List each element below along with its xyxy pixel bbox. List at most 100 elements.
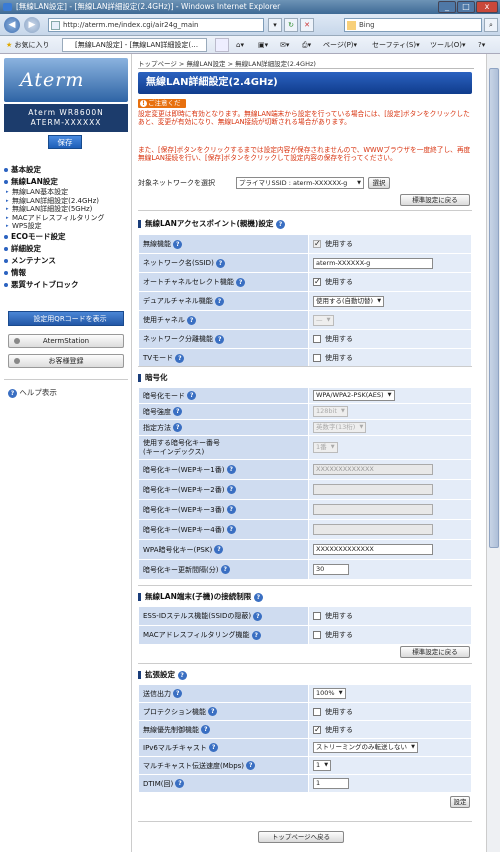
help-icon[interactable]: ? <box>253 592 263 602</box>
help-icon[interactable]: ? <box>187 391 197 400</box>
sidebar-item[interactable]: MACアドレスフィルタリング <box>4 214 128 223</box>
help-link[interactable]: ? ヘルプ表示 <box>8 387 57 398</box>
page-menu[interactable]: ページ(P)▾ <box>323 36 357 54</box>
apply-button[interactable]: 設定 <box>450 796 470 808</box>
wep-key-4-input[interactable] <box>313 524 433 535</box>
favorites-button[interactable]: ★ お気に入り <box>6 36 50 54</box>
maximize-button[interactable]: □ <box>457 1 475 13</box>
search-input[interactable]: Bing <box>344 18 482 32</box>
safety-menu[interactable]: セーフティ(S)▾ <box>372 36 420 54</box>
ssid-input[interactable]: aterm-XXXXXX-g <box>313 257 433 269</box>
help-icon[interactable]: ? <box>177 670 187 680</box>
channel-select[interactable]: — <box>313 314 334 326</box>
search-icon[interactable]: ⌕ <box>484 18 498 32</box>
help-icon[interactable]: ? <box>220 565 230 574</box>
encryption-mode-select[interactable]: WPA/WPA2-PSK(AES) <box>313 390 395 401</box>
sidebar-item[interactable]: 無線LAN詳細設定(2.4GHz) <box>4 197 128 206</box>
help-icon[interactable]: ? <box>253 611 263 621</box>
breadcrumb[interactable]: トップページ > 無線LAN設定 > 無線LAN詳細設定(2.4GHz) <box>138 58 316 68</box>
help-icon[interactable]: ? <box>216 258 226 268</box>
key-index-select[interactable]: 1番 <box>313 442 338 453</box>
wireless-checkbox[interactable] <box>313 239 321 248</box>
network-separation-checkbox[interactable] <box>313 335 321 343</box>
home-icon[interactable]: ⌂▾ <box>236 36 244 54</box>
qr-code-button[interactable]: 設定用QRコードを表示 <box>8 311 124 326</box>
dtim-input[interactable]: 1 <box>313 778 349 789</box>
help-icon[interactable]: ? <box>215 334 225 344</box>
help-icon[interactable]: ? <box>175 779 185 788</box>
register-button[interactable]: お客様登録 <box>8 354 124 368</box>
psk-input[interactable]: XXXXXXXXXXXXX <box>313 544 433 555</box>
forward-button[interactable]: ▶ <box>24 17 40 33</box>
help-icon[interactable]: ? <box>226 465 236 474</box>
help-icon[interactable]: ? <box>173 689 183 698</box>
save-button[interactable]: 保存 <box>48 135 82 149</box>
scrollbar[interactable] <box>486 54 500 852</box>
mail-icon[interactable]: ✉▾ <box>280 36 289 54</box>
dropdown-icon[interactable]: ▾ <box>268 18 282 32</box>
dual-channel-select[interactable]: 使用する(自動切替) <box>313 295 385 307</box>
aterm-station-button[interactable]: AtermStation <box>8 334 124 348</box>
reset-default-button[interactable]: 標準設定に戻る <box>400 194 470 206</box>
select-button[interactable]: 選択 <box>368 177 390 189</box>
mac-filter-checkbox[interactable] <box>313 631 321 639</box>
feeds-icon[interactable]: ▣▾ <box>258 36 268 54</box>
minimize-button[interactable]: _ <box>438 1 456 13</box>
target-network-select[interactable]: プライマリSSID : aterm-XXXXXX-g ▼ <box>236 177 364 189</box>
back-to-top-button[interactable]: トップページへ戻る <box>258 831 344 843</box>
refresh-icon[interactable]: ↻ <box>284 18 298 32</box>
reset-default-button-2[interactable]: 標準設定に戻る <box>400 646 470 658</box>
tx-power-select[interactable]: 100% <box>313 688 346 699</box>
sidebar-item[interactable]: ECOモード設定 <box>4 231 128 243</box>
auto-channel-checkbox[interactable] <box>313 277 321 286</box>
back-button[interactable]: ◀ <box>4 17 20 33</box>
help-icon[interactable]: ? <box>226 485 236 494</box>
tools-menu[interactable]: ツール(O)▾ <box>430 36 466 54</box>
help-icon[interactable]: ? <box>236 277 246 287</box>
url-field[interactable]: http://aterm.me/index.cgi/air24g_main <box>48 18 264 32</box>
help-icon[interactable]: ? <box>175 353 185 363</box>
protection-checkbox[interactable] <box>313 707 321 716</box>
help-icon[interactable]: ? <box>201 725 211 734</box>
stop-icon[interactable]: ✕ <box>300 18 314 32</box>
sidebar-item[interactable]: 基本設定 <box>4 164 128 176</box>
help-icon[interactable]: ? <box>209 743 219 752</box>
sidebar-item[interactable]: 無線LAN詳細設定(5GHz) <box>4 205 128 214</box>
help-icon[interactable]: ? <box>246 761 256 770</box>
help-icon[interactable]: ? <box>208 707 218 716</box>
help-menu[interactable]: ?▾ <box>478 36 485 54</box>
help-icon[interactable]: ? <box>251 630 261 640</box>
browser-tab[interactable]: [無線LAN設定] - [無線LAN詳細設定(… <box>62 38 207 52</box>
sidebar-item[interactable]: メンテナンス <box>4 255 128 267</box>
ipv6-multicast-select[interactable]: ストリーミングのみ転送しない <box>313 742 418 753</box>
sidebar-item[interactable]: 悪質サイトブロック <box>4 279 128 291</box>
sidebar-item[interactable]: 詳細設定 <box>4 243 128 255</box>
help-icon[interactable]: ? <box>226 525 236 534</box>
scrollbar-thumb[interactable] <box>489 68 499 548</box>
multicast-rate-select[interactable]: 1 <box>313 760 332 771</box>
tv-mode-checkbox[interactable] <box>313 354 321 362</box>
help-icon[interactable]: ? <box>226 505 236 514</box>
help-icon[interactable]: ? <box>214 296 224 306</box>
sidebar-item[interactable]: 無線LAN設定 <box>4 176 128 188</box>
strength-select[interactable]: 128bit <box>313 406 348 417</box>
stealth-checkbox[interactable] <box>313 612 321 620</box>
new-tab-button[interactable] <box>215 38 229 52</box>
wep-key-2-input[interactable] <box>313 484 433 495</box>
help-icon[interactable]: ? <box>275 219 285 229</box>
key-interval-input[interactable]: 30 <box>313 564 349 575</box>
wmm-checkbox[interactable] <box>313 725 321 734</box>
wep-key-1-input[interactable]: XXXXXXXXXXXXX <box>313 464 433 475</box>
help-icon[interactable]: ? <box>173 423 183 432</box>
wep-key-3-input[interactable] <box>313 504 433 515</box>
help-icon[interactable]: ? <box>214 545 224 554</box>
print-icon[interactable]: ⎙▾ <box>302 36 311 54</box>
help-icon[interactable]: ? <box>173 239 183 249</box>
sidebar-item[interactable]: 情報 <box>4 267 128 279</box>
method-select[interactable]: 英数字(13桁) <box>313 422 367 433</box>
help-icon[interactable]: ? <box>173 407 183 416</box>
close-button[interactable]: x <box>476 1 498 13</box>
sidebar-item[interactable]: WPS設定 <box>4 222 128 231</box>
help-icon[interactable]: ? <box>187 315 197 325</box>
sidebar-item[interactable]: 無線LAN基本設定 <box>4 188 128 197</box>
